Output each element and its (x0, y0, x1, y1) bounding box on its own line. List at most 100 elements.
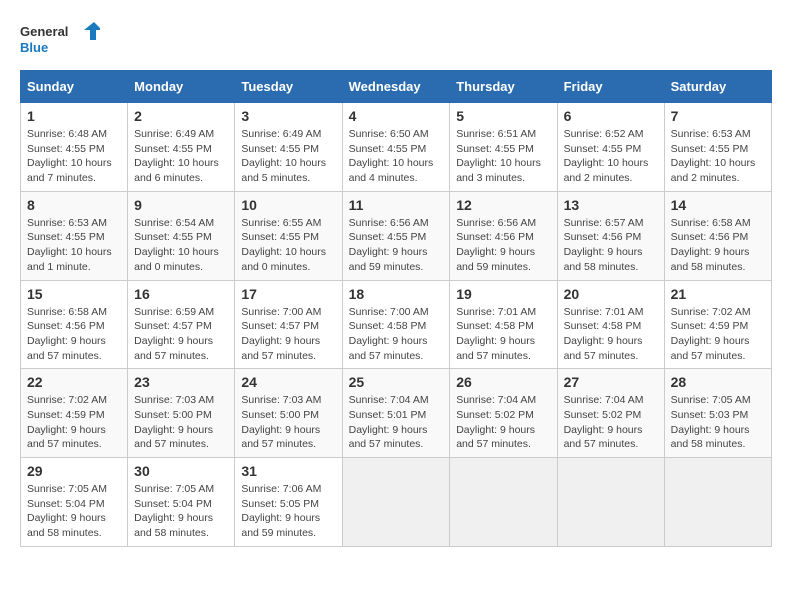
day-info: Sunrise: 7:00 AMSunset: 4:57 PMDaylight:… (241, 305, 335, 364)
day-number: 4 (349, 108, 444, 124)
col-header-wednesday: Wednesday (342, 71, 450, 103)
day-number: 19 (456, 286, 550, 302)
day-number: 16 (134, 286, 228, 302)
day-cell-8: 8Sunrise: 6:53 AMSunset: 4:55 PMDaylight… (21, 191, 128, 280)
day-info: Sunrise: 6:54 AMSunset: 4:55 PMDaylight:… (134, 216, 228, 275)
day-cell-23: 23 Sunrise: 7:03 AMSunset: 5:00 PMDayligh… (128, 369, 235, 458)
day-info: Sunrise: 7:03 AMSunset: 5:00 PMDaylight:… (134, 393, 228, 452)
day-number: 28 (671, 374, 765, 390)
day-info: Sunrise: 6:50 AMSunset: 4:55 PMDaylight:… (349, 127, 444, 186)
calendar-week-1: 1 Sunrise: 6:48 AMSunset: 4:55 PMDaylight… (21, 103, 772, 192)
day-number: 12 (456, 197, 550, 213)
day-info: Sunrise: 7:04 AMSunset: 5:01 PMDaylight:… (349, 393, 444, 452)
day-info: Sunrise: 6:52 AMSunset: 4:55 PMDaylight:… (564, 127, 658, 186)
day-number: 14 (671, 197, 765, 213)
empty-cell (557, 458, 664, 547)
day-info: Sunrise: 6:56 AMSunset: 4:55 PMDaylight:… (349, 216, 444, 275)
day-cell-10: 10 Sunrise: 6:55 AMSunset: 4:55 PMDayligh… (235, 191, 342, 280)
day-info: Sunrise: 6:53 AMSunset: 4:55 PMDaylight:… (671, 127, 765, 186)
svg-text:Blue: Blue (20, 40, 48, 55)
day-number: 18 (349, 286, 444, 302)
day-info: Sunrise: 6:56 AMSunset: 4:56 PMDaylight:… (456, 216, 550, 275)
day-number: 2 (134, 108, 228, 124)
day-cell-2: 2 Sunrise: 6:49 AMSunset: 4:55 PMDaylight… (128, 103, 235, 192)
calendar-week-3: 15Sunrise: 6:58 AMSunset: 4:56 PMDayligh… (21, 280, 772, 369)
day-number: 6 (564, 108, 658, 124)
day-cell-11: 11 Sunrise: 6:56 AMSunset: 4:55 PMDayligh… (342, 191, 450, 280)
day-number: 9 (134, 197, 228, 213)
day-number: 23 (134, 374, 228, 390)
day-cell-22: 22 Sunrise: 7:02 AMSunset: 4:59 PMDayligh… (21, 369, 128, 458)
day-number: 30 (134, 463, 228, 479)
day-info: Sunrise: 7:05 AMSunset: 5:04 PMDaylight:… (134, 482, 228, 541)
day-number: 20 (564, 286, 658, 302)
day-info: Sunrise: 6:55 AMSunset: 4:55 PMDaylight:… (241, 216, 335, 275)
day-cell-30: 30 Sunrise: 7:05 AMSunset: 5:04 PMDayligh… (128, 458, 235, 547)
calendar-week-5: 29Sunrise: 7:05 AMSunset: 5:04 PMDayligh… (21, 458, 772, 547)
day-cell-18: 18 Sunrise: 7:00 AMSunset: 4:58 PMDayligh… (342, 280, 450, 369)
day-info: Sunrise: 6:57 AMSunset: 4:56 PMDaylight:… (564, 216, 658, 275)
page-header: General Blue (20, 20, 772, 60)
day-cell-26: 26Sunrise: 7:04 AMSunset: 5:02 PMDayligh… (450, 369, 557, 458)
day-cell-29: 29Sunrise: 7:05 AMSunset: 5:04 PMDayligh… (21, 458, 128, 547)
day-cell-21: 21 Sunrise: 7:02 AMSunset: 4:59 PMDayligh… (664, 280, 771, 369)
day-number: 13 (564, 197, 658, 213)
col-header-thursday: Thursday (450, 71, 557, 103)
day-info: Sunrise: 7:01 AMSunset: 4:58 PMDaylight:… (456, 305, 550, 364)
day-number: 7 (671, 108, 765, 124)
day-info: Sunrise: 7:05 AMSunset: 5:03 PMDaylight:… (671, 393, 765, 452)
day-info: Sunrise: 6:49 AMSunset: 4:55 PMDaylight:… (134, 127, 228, 186)
day-info: Sunrise: 7:04 AMSunset: 5:02 PMDaylight:… (456, 393, 550, 452)
day-info: Sunrise: 6:58 AMSunset: 4:56 PMDaylight:… (671, 216, 765, 275)
empty-cell (342, 458, 450, 547)
day-info: Sunrise: 6:59 AMSunset: 4:57 PMDaylight:… (134, 305, 228, 364)
day-number: 21 (671, 286, 765, 302)
day-info: Sunrise: 7:03 AMSunset: 5:00 PMDaylight:… (241, 393, 335, 452)
day-number: 22 (27, 374, 121, 390)
day-number: 3 (241, 108, 335, 124)
col-header-saturday: Saturday (664, 71, 771, 103)
calendar-week-2: 8Sunrise: 6:53 AMSunset: 4:55 PMDaylight… (21, 191, 772, 280)
calendar-header-row: SundayMondayTuesdayWednesdayThursdayFrid… (21, 71, 772, 103)
day-info: Sunrise: 7:02 AMSunset: 4:59 PMDaylight:… (671, 305, 765, 364)
day-info: Sunrise: 7:06 AMSunset: 5:05 PMDaylight:… (241, 482, 335, 541)
empty-cell (450, 458, 557, 547)
day-number: 25 (349, 374, 444, 390)
day-cell-25: 25 Sunrise: 7:04 AMSunset: 5:01 PMDayligh… (342, 369, 450, 458)
empty-cell (664, 458, 771, 547)
day-cell-9: 9 Sunrise: 6:54 AMSunset: 4:55 PMDaylight… (128, 191, 235, 280)
day-number: 1 (27, 108, 121, 124)
day-cell-4: 4 Sunrise: 6:50 AMSunset: 4:55 PMDaylight… (342, 103, 450, 192)
day-number: 10 (241, 197, 335, 213)
logo: General Blue (20, 20, 100, 60)
day-number: 17 (241, 286, 335, 302)
calendar-week-4: 22 Sunrise: 7:02 AMSunset: 4:59 PMDayligh… (21, 369, 772, 458)
day-cell-15: 15Sunrise: 6:58 AMSunset: 4:56 PMDayligh… (21, 280, 128, 369)
day-cell-24: 24Sunrise: 7:03 AMSunset: 5:00 PMDayligh… (235, 369, 342, 458)
day-number: 31 (241, 463, 335, 479)
col-header-monday: Monday (128, 71, 235, 103)
day-cell-17: 17 Sunrise: 7:00 AMSunset: 4:57 PMDayligh… (235, 280, 342, 369)
day-cell-19: 19 Sunrise: 7:01 AMSunset: 4:58 PMDayligh… (450, 280, 557, 369)
day-info: Sunrise: 6:58 AMSunset: 4:56 PMDaylight:… (27, 305, 121, 364)
day-info: Sunrise: 7:02 AMSunset: 4:59 PMDaylight:… (27, 393, 121, 452)
day-cell-7: 7 Sunrise: 6:53 AMSunset: 4:55 PMDaylight… (664, 103, 771, 192)
day-info: Sunrise: 6:53 AMSunset: 4:55 PMDaylight:… (27, 216, 121, 275)
day-cell-20: 20 Sunrise: 7:01 AMSunset: 4:58 PMDayligh… (557, 280, 664, 369)
day-info: Sunrise: 7:05 AMSunset: 5:04 PMDaylight:… (27, 482, 121, 541)
day-number: 11 (349, 197, 444, 213)
col-header-sunday: Sunday (21, 71, 128, 103)
day-info: Sunrise: 7:01 AMSunset: 4:58 PMDaylight:… (564, 305, 658, 364)
svg-text:General: General (20, 24, 68, 39)
day-info: Sunrise: 6:48 AMSunset: 4:55 PMDaylight:… (27, 127, 121, 186)
day-cell-12: 12 Sunrise: 6:56 AMSunset: 4:56 PMDayligh… (450, 191, 557, 280)
day-cell-6: 6 Sunrise: 6:52 AMSunset: 4:55 PMDaylight… (557, 103, 664, 192)
day-cell-5: 5 Sunrise: 6:51 AMSunset: 4:55 PMDaylight… (450, 103, 557, 192)
day-number: 5 (456, 108, 550, 124)
day-info: Sunrise: 6:51 AMSunset: 4:55 PMDaylight:… (456, 127, 550, 186)
logo-svg: General Blue (20, 20, 100, 60)
col-header-friday: Friday (557, 71, 664, 103)
day-cell-3: 3Sunrise: 6:49 AMSunset: 4:55 PMDaylight… (235, 103, 342, 192)
day-info: Sunrise: 7:00 AMSunset: 4:58 PMDaylight:… (349, 305, 444, 364)
day-cell-1: 1 Sunrise: 6:48 AMSunset: 4:55 PMDaylight… (21, 103, 128, 192)
